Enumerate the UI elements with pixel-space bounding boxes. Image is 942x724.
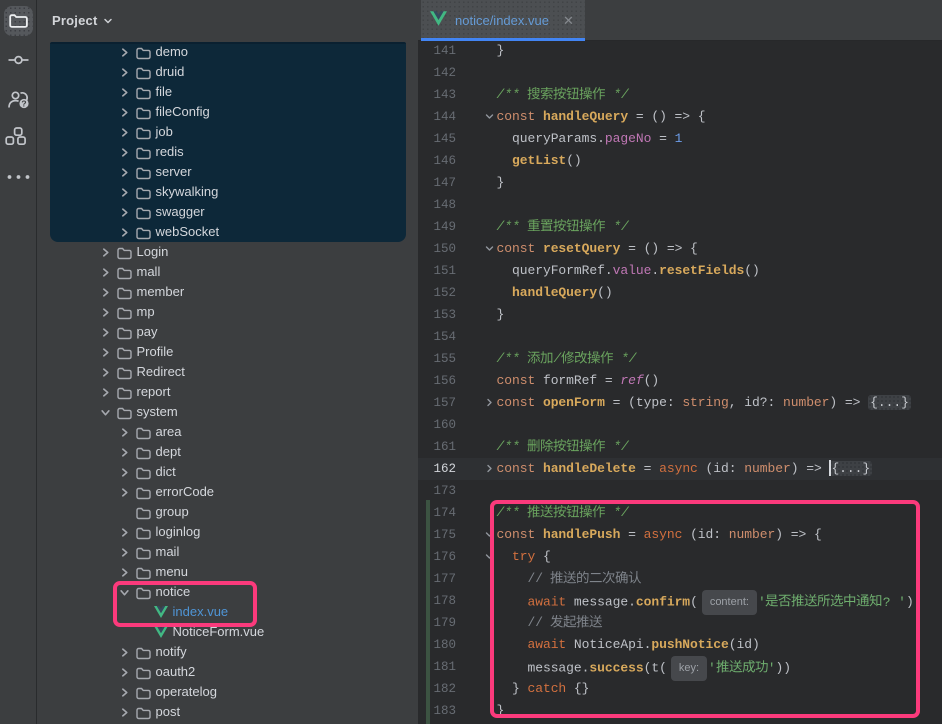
svg-text:?: ? (21, 99, 26, 109)
